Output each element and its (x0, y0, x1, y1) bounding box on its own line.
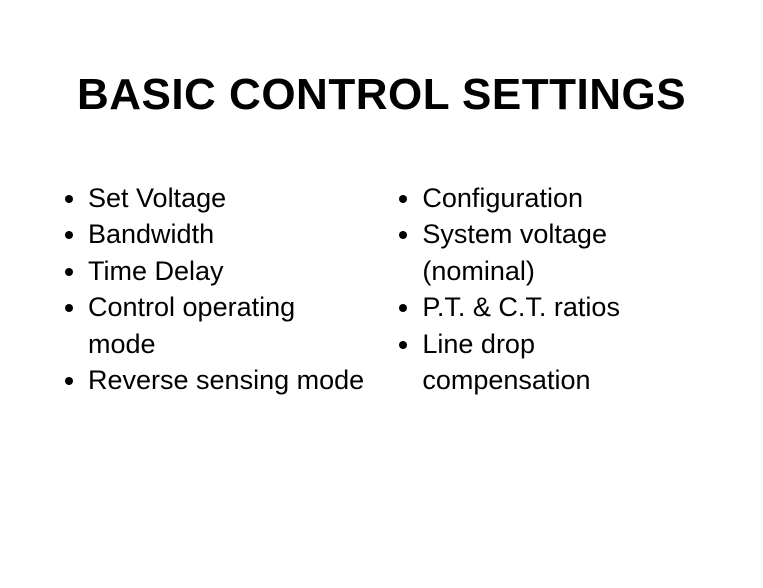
list-item: Bandwidth (88, 216, 369, 252)
list-item: Configuration (422, 180, 703, 216)
right-column: Configuration System voltage (nominal) P… (394, 180, 703, 399)
slide: BASIC CONTROL SETTINGS Set Voltage Bandw… (0, 0, 763, 588)
list-item: Control operating mode (88, 289, 369, 362)
list-item: System voltage (nominal) (422, 216, 703, 289)
slide-title: BASIC CONTROL SETTINGS (50, 70, 713, 120)
list-item: P.T. & C.T. ratios (422, 289, 703, 325)
list-item: Reverse sensing mode (88, 362, 369, 398)
list-item: Set Voltage (88, 180, 369, 216)
left-list: Set Voltage Bandwidth Time Delay Control… (60, 180, 369, 399)
list-item: Time Delay (88, 253, 369, 289)
content-columns: Set Voltage Bandwidth Time Delay Control… (50, 180, 713, 399)
right-list: Configuration System voltage (nominal) P… (394, 180, 703, 399)
left-column: Set Voltage Bandwidth Time Delay Control… (60, 180, 369, 399)
list-item: Line drop compensation (422, 326, 703, 399)
